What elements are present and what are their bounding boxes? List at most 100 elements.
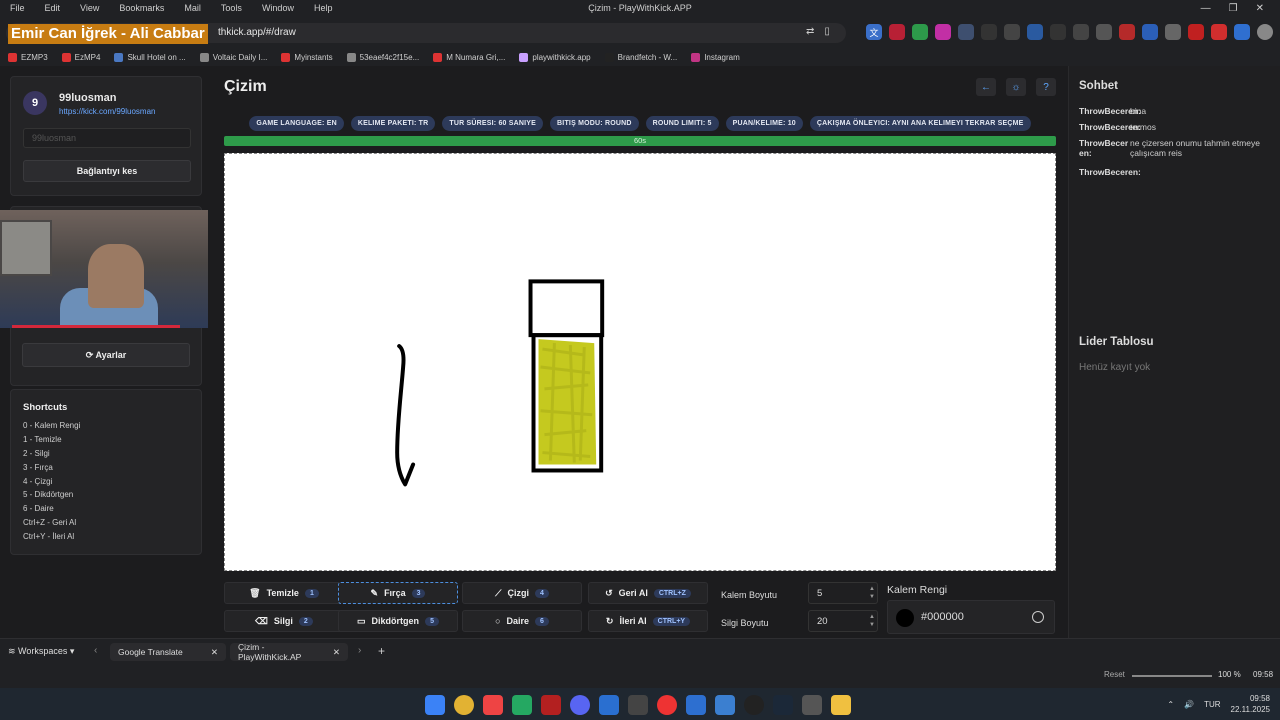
bookmark-item[interactable]: 53eaef4c2f15e... [346, 52, 419, 62]
ext-vr-icon[interactable] [1004, 24, 1020, 40]
pen-size-input[interactable]: 5 ▲ ▼ [808, 582, 878, 604]
back-icon[interactable]: ← [976, 78, 996, 96]
bookmark-item[interactable]: Myinstants [281, 52, 333, 62]
tab-cizim[interactable]: Çizim - PlayWithKick.AP ✕ [230, 642, 348, 662]
circle-button[interactable]: ○ Daire 6 [462, 610, 582, 632]
bookmark-item[interactable]: Skull Hotel on ... [114, 52, 186, 62]
disconnect-button[interactable]: Bağlantıyı kes [23, 160, 191, 182]
ext-bag-icon[interactable] [1073, 24, 1089, 40]
chat-message: ThrowBeceren: termos [1079, 122, 1260, 132]
chat-user: ThrowBeceren: [1079, 106, 1141, 116]
eraser-size-value: 20 [817, 616, 828, 627]
app-icon[interactable] [599, 695, 619, 715]
obs-icon[interactable] [744, 695, 764, 715]
ext-translate-icon[interactable]: 文 [866, 24, 882, 40]
ext-globe-icon[interactable] [1234, 24, 1250, 40]
window-controls: — ❐ ✕ [1201, 0, 1274, 16]
eraser-button[interactable]: ⌫ Silgi 2 [224, 610, 344, 632]
spinner-icon[interactable]: ▲ ▼ [869, 585, 875, 601]
app-icon[interactable] [628, 695, 648, 715]
sun-icon[interactable]: ☼ [1006, 78, 1026, 96]
ext-red-icon[interactable] [889, 24, 905, 40]
ext-gray-icon[interactable] [981, 24, 997, 40]
app-icon[interactable] [802, 695, 822, 715]
ext-shield-icon[interactable] [912, 24, 928, 40]
ext-pink-icon[interactable] [935, 24, 951, 40]
folder-icon[interactable] [831, 695, 851, 715]
menu-file[interactable]: File [0, 3, 35, 13]
bookmark-item[interactable]: Instagram [691, 52, 740, 62]
drawing-canvas[interactable] [224, 153, 1056, 571]
eyedropper-icon[interactable] [1032, 611, 1044, 623]
undo-button[interactable]: ↺ Geri Al CTRL+Z [588, 582, 708, 604]
language-indicator[interactable]: TUR [1204, 700, 1220, 709]
kick-link[interactable]: https://kick.com/99luosman [59, 107, 155, 116]
bookmark-item[interactable]: EzMP4 [61, 52, 101, 62]
redo-button[interactable]: ↻ İleri Al CTRL+Y [588, 610, 708, 632]
translate-icon[interactable]: ⇄ [806, 26, 814, 37]
app-icon[interactable] [715, 695, 735, 715]
chevron-left-icon[interactable]: ‹ [94, 645, 97, 656]
chevron-right-icon[interactable]: › [358, 645, 361, 656]
tray-chevron-icon[interactable]: ⌃ [1167, 700, 1174, 709]
reset-zoom[interactable]: Reset [1104, 670, 1125, 679]
minimize-icon[interactable]: — [1201, 3, 1211, 14]
bookmark-icon[interactable]: ▯ [824, 26, 830, 37]
webcam-red-bar [12, 325, 180, 328]
eraser-size-input[interactable]: 20 ▲ ▼ [808, 610, 878, 632]
new-tab-icon[interactable]: + [378, 644, 385, 658]
menu-mail[interactable]: Mail [174, 3, 211, 13]
ext-person-icon[interactable] [1119, 24, 1135, 40]
line-button[interactable]: ⟋ Çizgi 4 [462, 582, 582, 604]
menu-bookmarks[interactable]: Bookmarks [109, 3, 174, 13]
close-icon[interactable]: ✕ [1256, 3, 1264, 14]
profile-avatar-icon[interactable] [1257, 24, 1273, 40]
speaker-icon[interactable]: 🔊 [1184, 700, 1194, 709]
app-icon[interactable] [686, 695, 706, 715]
steam-icon[interactable] [773, 695, 793, 715]
ext-box-icon[interactable] [1165, 24, 1181, 40]
bookmark-item[interactable]: EZMP3 [8, 52, 48, 62]
chrome-icon[interactable] [454, 695, 474, 715]
settings-button[interactable]: ⟳ Ayarlar [22, 343, 190, 367]
spinner-icon[interactable]: ▲ ▼ [869, 613, 875, 629]
menu-edit[interactable]: Edit [35, 3, 71, 13]
ext-zap-icon[interactable] [1211, 24, 1227, 40]
ext-puzzle-icon[interactable] [958, 24, 974, 40]
help-icon[interactable]: ? [1036, 78, 1056, 96]
channel-input[interactable]: 99luosman [23, 128, 191, 148]
close-icon[interactable]: ✕ [333, 647, 340, 658]
vivaldi-icon[interactable] [483, 695, 503, 715]
close-icon[interactable]: ✕ [211, 647, 218, 658]
app-icon[interactable] [657, 695, 677, 715]
ext-doc-icon[interactable] [1096, 24, 1112, 40]
bookmark-item[interactable]: Voltaic Daily I... [199, 52, 267, 62]
menu-help[interactable]: Help [304, 3, 343, 13]
maximize-icon[interactable]: ❐ [1229, 3, 1238, 14]
pen-color-picker[interactable]: #000000 [887, 600, 1055, 634]
menu-window[interactable]: Window [252, 3, 304, 13]
zoom-slider[interactable] [1132, 675, 1212, 677]
workspaces-button[interactable]: ≋ Workspaces ▾ [8, 646, 74, 657]
bookmark-item[interactable]: Brandfetch - W... [604, 52, 677, 62]
ext-wifi-icon[interactable] [1142, 24, 1158, 40]
rectangle-label: Dikdörtgen [371, 616, 420, 626]
menu-tools[interactable]: Tools [211, 3, 252, 13]
ext-blue-shield-icon[interactable] [1027, 24, 1043, 40]
menu-view[interactable]: View [70, 3, 109, 13]
bookmark-item[interactable]: M Numara Gri,... [433, 52, 505, 62]
filezilla-icon[interactable] [541, 695, 561, 715]
clock[interactable]: 09:58 22.11.2025 [1231, 693, 1270, 715]
windows-start-icon[interactable] [425, 695, 445, 715]
clear-button[interactable]: 🗑 Temizle 1 [224, 582, 344, 604]
ext-pen-icon[interactable] [1050, 24, 1066, 40]
rectangle-button[interactable]: ▭ Dikdörtgen 5 [338, 610, 458, 632]
terminal-icon[interactable] [512, 695, 532, 715]
ext-square-icon[interactable] [1188, 24, 1204, 40]
bookmark-item[interactable]: playwithkick.app [519, 52, 591, 62]
bookmark-label: EzMP4 [74, 52, 101, 62]
chat-user: ThrowBeceren: [1079, 167, 1141, 177]
discord-icon[interactable] [570, 695, 590, 715]
tab-google-translate[interactable]: Google Translate ✕ [110, 643, 226, 661]
brush-button[interactable]: ✎ Fırça 3 [338, 582, 458, 604]
